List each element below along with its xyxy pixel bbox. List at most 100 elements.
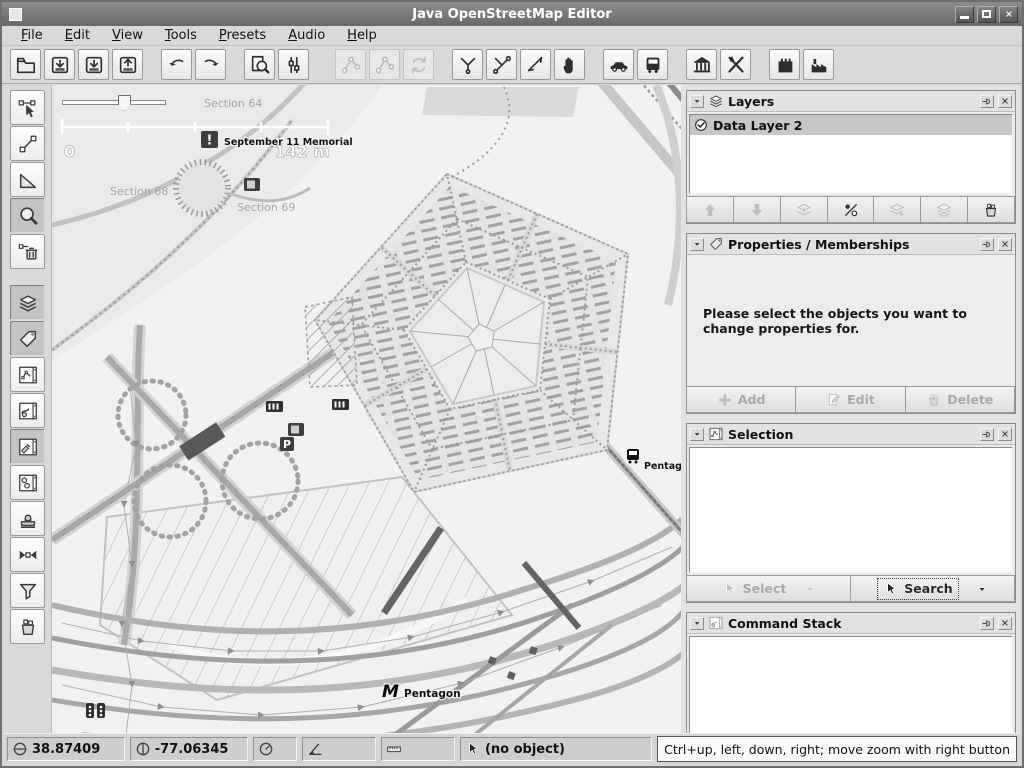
upload-button[interactable] (112, 49, 143, 80)
pan-button[interactable] (554, 49, 585, 80)
layer-down-button[interactable] (733, 196, 781, 223)
selection-pin-button[interactable] (980, 428, 994, 441)
undo-button[interactable] (161, 49, 192, 80)
menubar: File Edit View Tools Presets Audio Help (2, 26, 1022, 46)
conflict-dialog-button[interactable] (10, 537, 45, 572)
zoom-tool-icon (17, 205, 39, 227)
zoom-slider-track[interactable] (62, 100, 166, 105)
merge-layer-icon (795, 201, 813, 219)
filter-dialog-button[interactable] (10, 573, 45, 608)
refresh-button[interactable] (403, 49, 434, 80)
preset-factory-button[interactable] (803, 49, 834, 80)
map-paint-dialog-button[interactable] (10, 465, 45, 500)
align-button[interactable] (520, 49, 551, 80)
select-tool-button[interactable] (10, 90, 45, 125)
layer-opacity-button[interactable] (827, 196, 875, 223)
preferences-button[interactable] (278, 49, 309, 80)
delete-layer-button[interactable] (967, 196, 1015, 223)
layers-collapse-button[interactable] (690, 95, 704, 108)
tv-icon (244, 178, 260, 191)
chevron-down-icon (692, 96, 702, 106)
menu-file[interactable]: File (12, 27, 52, 44)
select-button[interactable]: Select (686, 575, 851, 602)
history-dialog-button[interactable] (10, 501, 45, 536)
validator-dialog-button[interactable] (10, 393, 45, 428)
command-stack-dialog-button[interactable] (10, 609, 45, 644)
layers-dialog-button[interactable] (10, 285, 45, 320)
split-way-button[interactable] (452, 49, 483, 80)
preset-restaurant-button[interactable] (720, 49, 751, 80)
draw-node-tool-icon (17, 133, 39, 155)
unglue-icon (491, 54, 513, 76)
properties-pin-button[interactable] (980, 238, 994, 251)
selection-close-button[interactable] (998, 428, 1012, 441)
preset-castle-button[interactable] (769, 49, 800, 80)
menu-presets[interactable]: Presets (210, 27, 275, 44)
measure-tool-button[interactable] (10, 162, 45, 197)
menu-view[interactable]: View (103, 27, 152, 44)
properties-dialog-button[interactable] (10, 321, 45, 356)
delete-tool-button[interactable] (10, 234, 45, 269)
distance-icon (386, 741, 402, 757)
layer-visible-icon[interactable] (693, 117, 709, 133)
selection-dialog-button[interactable] (10, 429, 45, 464)
edit-property-button[interactable]: Edit (795, 386, 905, 413)
close-icon (1000, 96, 1010, 106)
command-stack-list[interactable] (689, 636, 1013, 739)
map-canvas[interactable]: ! September 11 Memorial P (52, 85, 687, 733)
command-stack-pin-button[interactable] (980, 617, 994, 630)
way-node-icon (374, 54, 396, 76)
selection-collapse-button[interactable] (690, 428, 704, 441)
layers-close-button[interactable] (998, 95, 1012, 108)
zoom-tool-button[interactable] (10, 198, 45, 233)
unglue-button[interactable] (486, 49, 517, 80)
search-button-panel[interactable]: Search (850, 575, 1015, 602)
draw-node-tool-button[interactable] (10, 126, 45, 161)
layer-down-icon (748, 201, 766, 219)
preset-bus-button[interactable] (637, 49, 668, 80)
distance-field (381, 737, 455, 761)
add-property-button[interactable]: Add (686, 386, 796, 413)
search-button[interactable] (244, 49, 275, 80)
preset-bank-button[interactable] (686, 49, 717, 80)
close-icon (1000, 239, 1010, 249)
plus-icon (717, 392, 733, 408)
filter-dialog-icon (17, 580, 39, 602)
menu-edit[interactable]: Edit (56, 27, 99, 44)
command-stack-collapse-button[interactable] (690, 617, 704, 630)
save-button[interactable] (78, 49, 109, 80)
delete-property-button[interactable]: Delete (905, 386, 1015, 413)
chevron-down-icon (977, 584, 987, 594)
close-button[interactable] (999, 6, 1018, 23)
maximize-button[interactable] (977, 6, 996, 23)
merge-layer-button[interactable] (780, 196, 828, 223)
layers-list[interactable]: Data Layer 2 (689, 114, 1013, 194)
menu-help[interactable]: Help (338, 27, 386, 44)
properties-collapse-button[interactable] (690, 238, 704, 251)
layer-up-button[interactable] (686, 196, 734, 223)
zoom-slider[interactable] (62, 95, 166, 111)
layers-pin-button[interactable] (980, 95, 994, 108)
zoom-slider-thumb[interactable] (118, 95, 131, 111)
preset-car-button[interactable] (603, 49, 634, 80)
properties-close-button[interactable] (998, 238, 1012, 251)
download-osm-button[interactable] (44, 49, 75, 80)
selection-list[interactable] (689, 447, 1013, 573)
section-64-label: Section 64 (204, 97, 262, 110)
relations-dialog-button[interactable] (10, 357, 45, 392)
open-button[interactable] (10, 49, 41, 80)
layer-list-button[interactable] (920, 196, 968, 223)
titlebar[interactable]: Java OpenStreetMap Editor (2, 2, 1022, 26)
preferences-icon (283, 54, 305, 76)
redo-button[interactable] (195, 49, 226, 80)
way-node-button[interactable] (369, 49, 400, 80)
merge-way-button[interactable] (335, 49, 366, 80)
menu-audio[interactable]: Audio (279, 27, 334, 44)
layer-row[interactable]: Data Layer 2 (690, 115, 1012, 135)
minimize-button[interactable] (955, 6, 974, 23)
menu-tools[interactable]: Tools (156, 27, 206, 44)
object-cursor-icon (465, 741, 481, 757)
command-stack-close-button[interactable] (998, 617, 1012, 630)
duplicate-layer-button[interactable] (873, 196, 921, 223)
main-toolbar (2, 46, 1022, 84)
